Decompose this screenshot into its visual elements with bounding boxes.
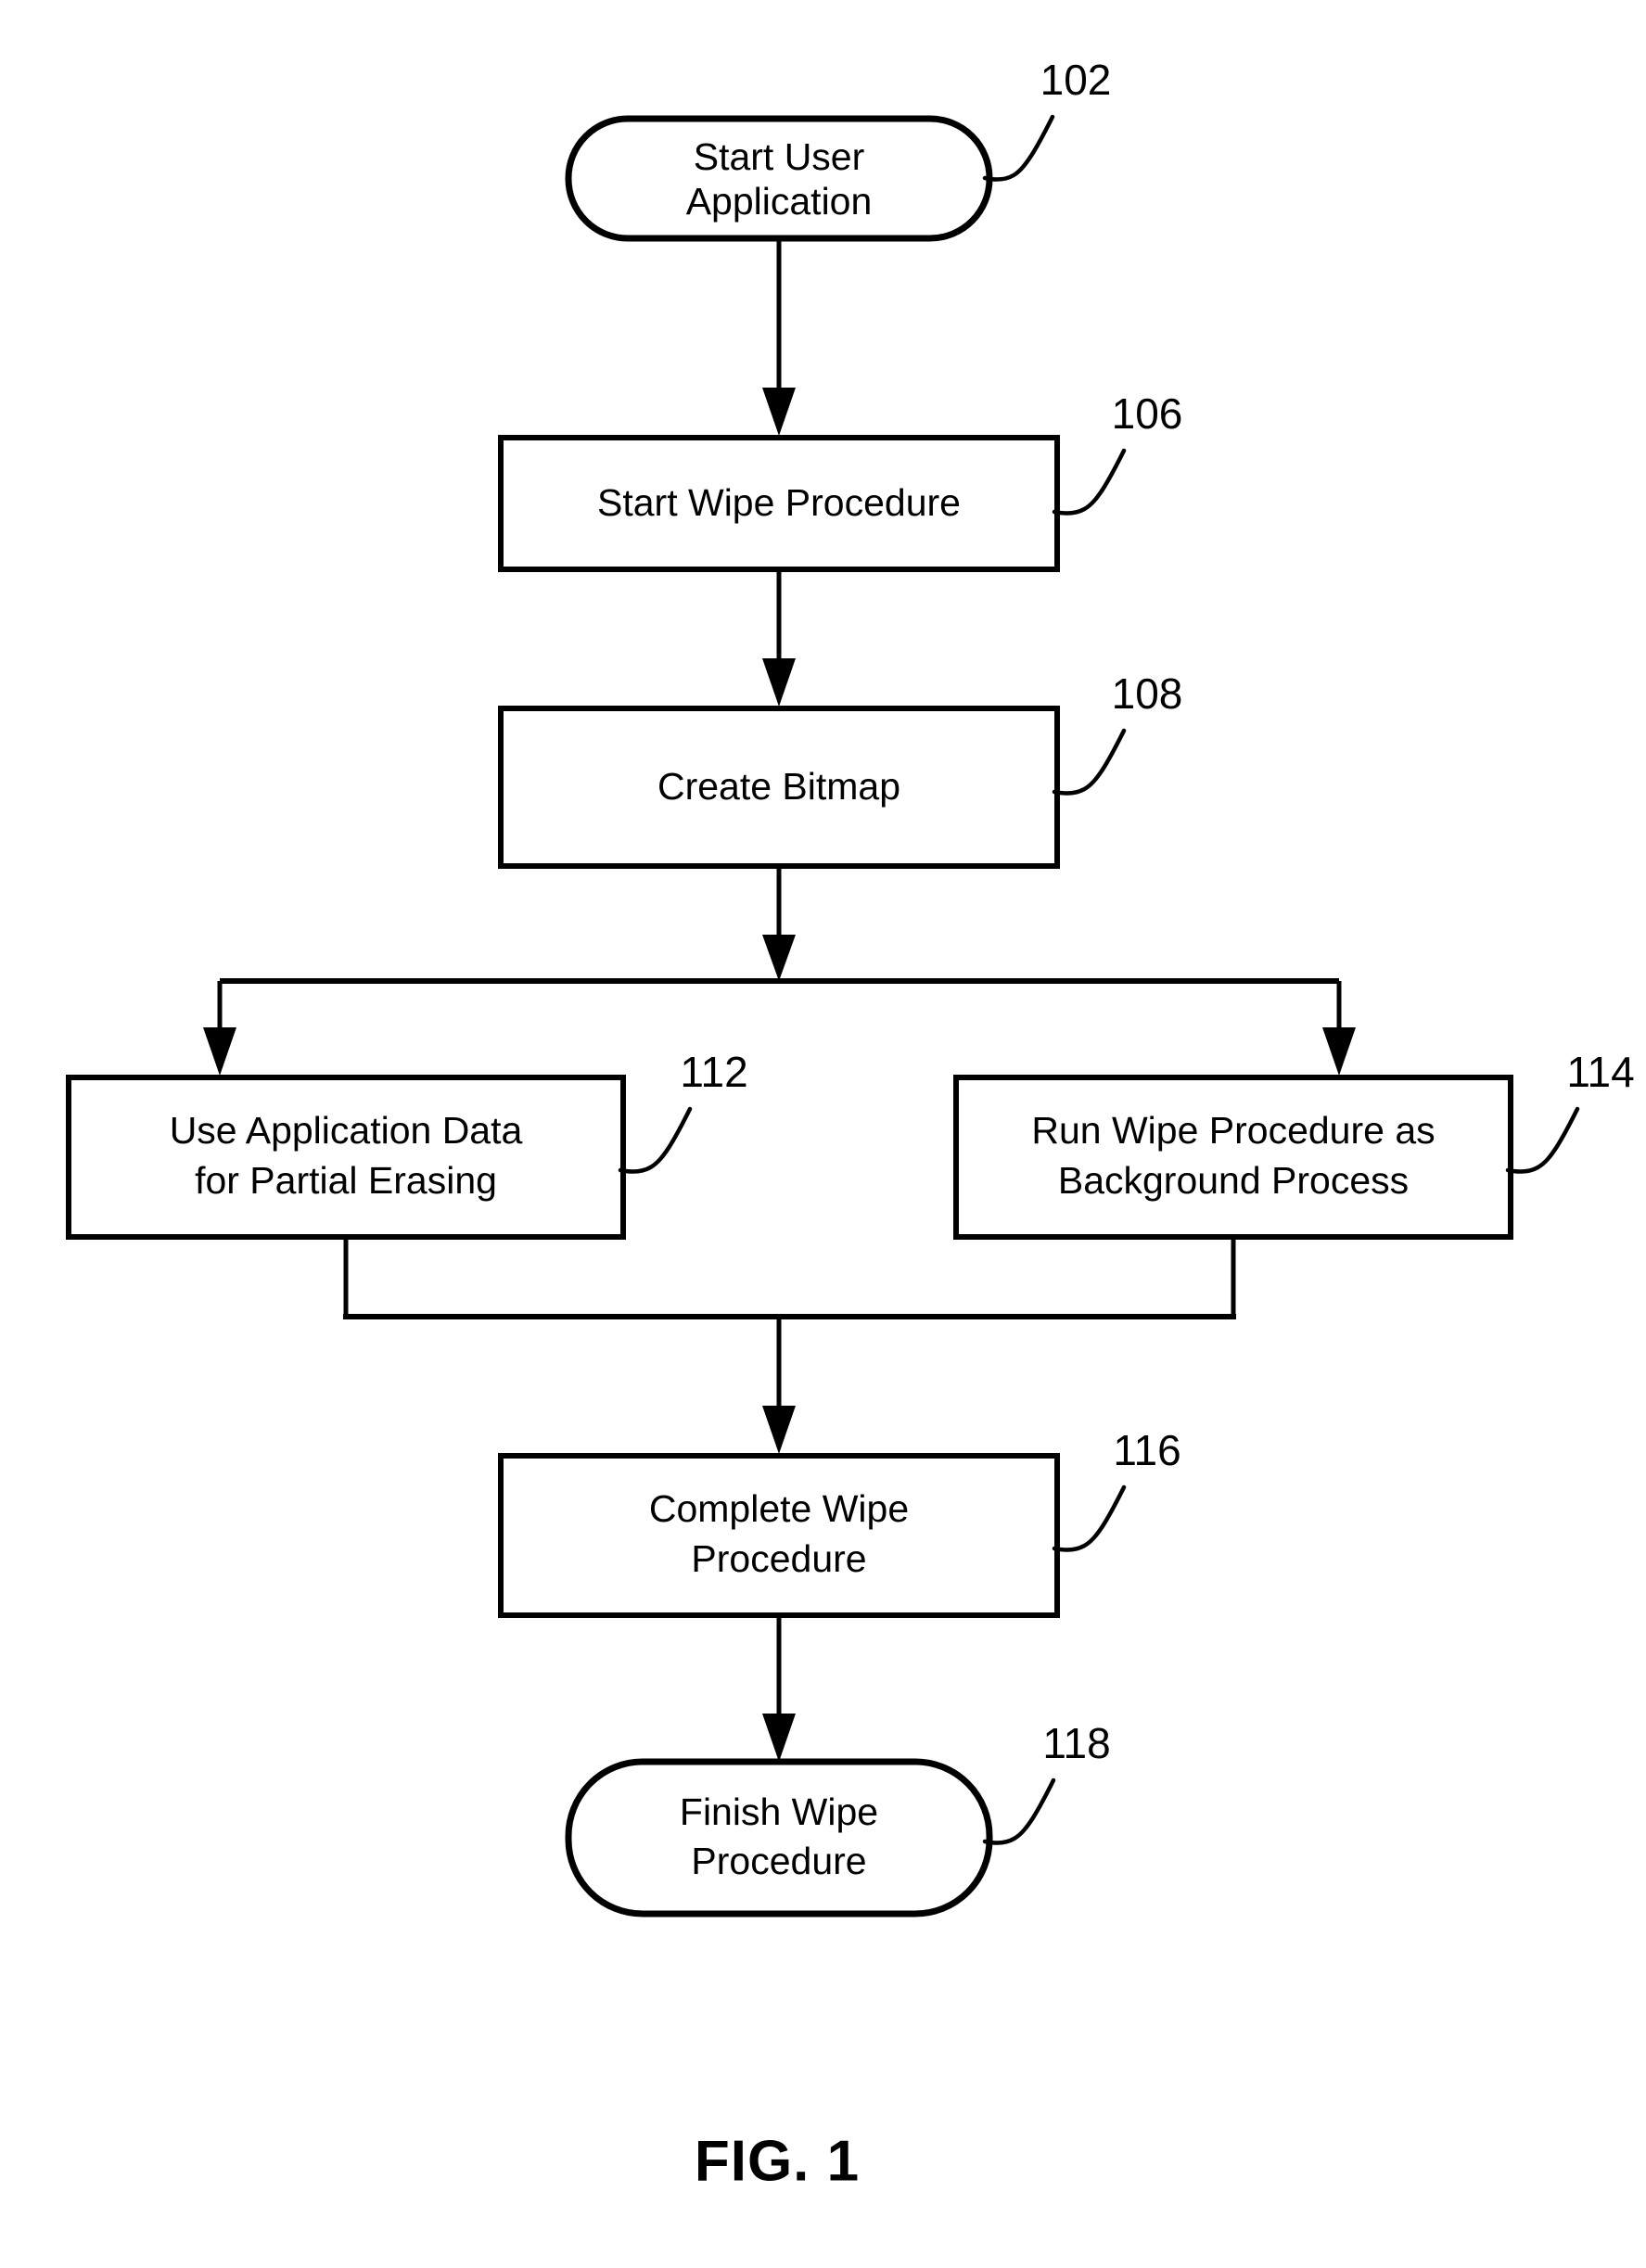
node-label-108: Create Bitmap [657,765,900,808]
arrowhead-102-106 [762,388,796,436]
node-label-118-line2: Procedure [691,1840,866,1882]
arrowhead-116-118 [762,1714,796,1762]
node-label-114-line1: Run Wipe Procedure as [1031,1109,1435,1152]
node-label-102-line2: Application [686,180,873,223]
leader-line-116 [1052,1484,1127,1552]
leader-line-108 [1052,728,1127,796]
leader-line-112 [618,1106,693,1174]
leader-line-114 [1505,1106,1580,1174]
edge-102-to-106 [762,238,796,436]
reference-numeral-114: 114 [1566,1048,1634,1096]
node-label-114-line2: Background Process [1058,1159,1409,1202]
arrowhead-fork-to-112 [203,1027,236,1076]
node-label-116-line1: Complete Wipe [649,1487,909,1530]
node-start-user-application: Start User Application [565,115,993,242]
node-label-102-line1: Start User [694,135,865,178]
leader-line-102 [982,114,1055,182]
reference-numeral-118: 118 [1042,1719,1110,1767]
join-bar-group [343,1237,1236,1454]
node-shape-116 [498,1453,1060,1618]
arrowhead-106-108 [762,658,796,707]
node-finish-wipe-procedure: Finish Wipe Procedure [565,1758,993,1918]
node-use-application-data: Use Application Data for Partial Erasing [66,1075,626,1240]
node-label-118-line1: Finish Wipe [680,1790,878,1833]
reference-numeral-106: 106 [1112,389,1183,438]
fork-bar-group [203,978,1356,1076]
node-label-106: Start Wipe Procedure [597,481,961,524]
reference-numeral-102: 102 [1040,56,1112,104]
node-label-116-line2: Procedure [691,1537,866,1580]
edge-116-to-118 [762,1615,796,1762]
arrowhead-108-fork [762,935,796,981]
reference-numeral-114-group: 114 [1505,1048,1635,1174]
node-run-wipe-background: Run Wipe Procedure as Background Process [953,1075,1513,1240]
node-shape-118 [565,1758,993,1918]
node-complete-wipe-procedure: Complete Wipe Procedure [498,1453,1060,1618]
node-label-112-line2: for Partial Erasing [195,1159,497,1202]
node-shape-114 [953,1075,1513,1240]
arrowhead-fork-to-114 [1322,1027,1356,1076]
patent-figure: Start User Application 102 Start Wipe Pr… [0,0,1646,2268]
edge-108-to-fork [762,866,796,981]
node-start-wipe-procedure: Start Wipe Procedure [498,435,1060,572]
reference-numeral-112-group: 112 [618,1048,748,1174]
reference-numeral-118-group: 118 [982,1719,1111,1845]
arrowhead-join-to-116 [762,1406,796,1454]
reference-numeral-108-group: 108 [1052,669,1183,796]
flowchart-diagram: Start User Application 102 Start Wipe Pr… [66,56,1635,2193]
leader-line-118 [982,1777,1056,1845]
reference-numeral-106-group: 106 [1052,389,1183,516]
reference-numeral-108: 108 [1112,669,1183,718]
node-label-112-line1: Use Application Data [170,1109,523,1152]
reference-numeral-116: 116 [1113,1426,1180,1474]
leader-line-106 [1052,448,1127,516]
node-create-bitmap: Create Bitmap [498,706,1060,869]
node-shape-112 [66,1075,626,1240]
figure-caption: FIG. 1 [695,2129,860,2193]
reference-numeral-112: 112 [680,1048,747,1096]
edge-106-to-108 [762,569,796,707]
reference-numeral-102-group: 102 [982,56,1112,182]
reference-numeral-116-group: 116 [1052,1426,1181,1552]
